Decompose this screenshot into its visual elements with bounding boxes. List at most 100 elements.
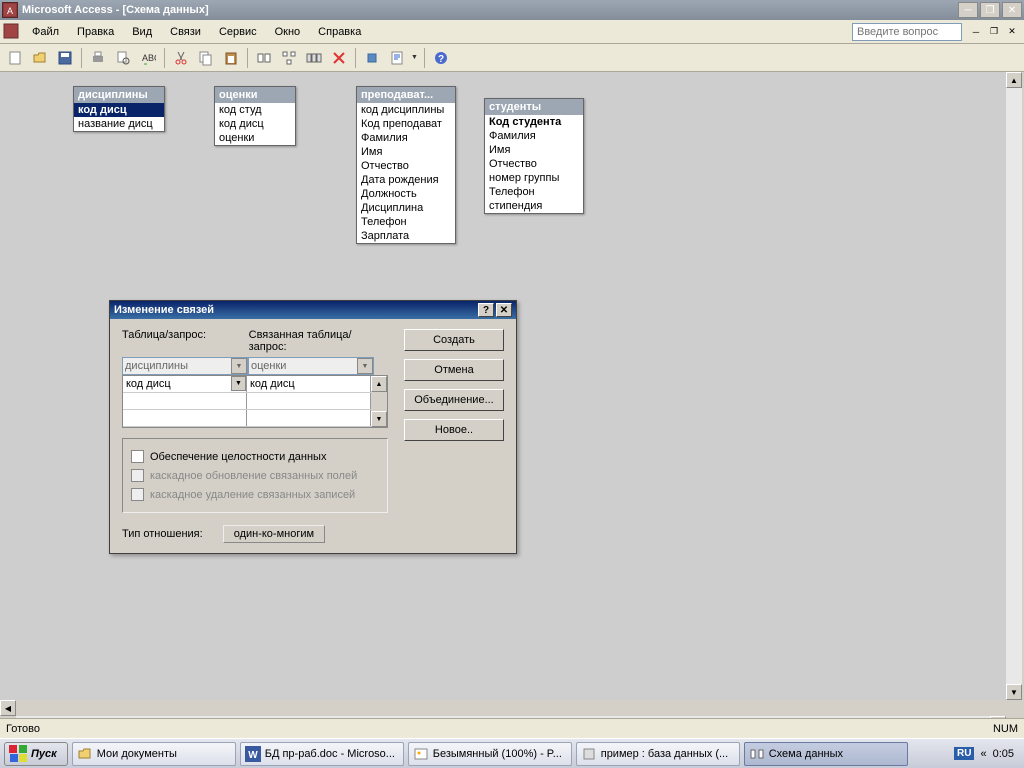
table-title[interactable]: преподават... — [357, 87, 455, 103]
menu-edit[interactable]: Правка — [69, 24, 122, 40]
dialog-close-button[interactable]: ✕ — [496, 303, 512, 317]
close-button[interactable]: ✕ — [1002, 2, 1022, 18]
field-right-cell[interactable]: код дисц — [247, 376, 371, 392]
refresh-icon[interactable] — [361, 47, 383, 69]
task-schema[interactable]: Схема данных — [744, 742, 908, 766]
table-title[interactable]: оценки — [215, 87, 295, 103]
empty-cell[interactable] — [247, 393, 371, 409]
copy-icon[interactable] — [195, 47, 217, 69]
scroll-up-icon[interactable]: ▲ — [1006, 72, 1022, 88]
menu-relations[interactable]: Связи — [162, 24, 209, 40]
scroll-down-icon[interactable]: ▼ — [1006, 684, 1022, 700]
table-field[interactable]: название дисц — [74, 117, 164, 131]
start-label: Пуск — [31, 748, 57, 760]
paste-icon[interactable] — [220, 47, 242, 69]
table-window[interactable]: преподават...код дисциплиныКод преподава… — [356, 86, 456, 244]
show-related-icon[interactable] — [278, 47, 300, 69]
table-field[interactable]: номер группы — [485, 171, 583, 185]
table-title[interactable]: дисциплины — [74, 87, 164, 103]
table-field[interactable]: код дисц — [215, 117, 295, 131]
script-icon[interactable] — [386, 47, 408, 69]
grid-scrollbar[interactable]: ▲ ▼ — [371, 376, 387, 427]
table-field[interactable]: оценки — [215, 131, 295, 145]
table-field[interactable]: Должность — [357, 187, 455, 201]
spell-icon[interactable]: ABC — [137, 47, 159, 69]
table-field[interactable]: Имя — [357, 145, 455, 159]
scroll-left-icon[interactable]: ◀ — [0, 700, 16, 716]
table-field[interactable]: Фамилия — [357, 131, 455, 145]
related-combo[interactable]: оценки▼ — [248, 357, 374, 375]
table-field[interactable]: Фамилия — [485, 129, 583, 143]
table-field[interactable]: Зарплата — [357, 229, 455, 243]
task-database[interactable]: пример : база данных (... — [576, 742, 740, 766]
show-all-icon[interactable] — [303, 47, 325, 69]
print-icon[interactable] — [87, 47, 109, 69]
maximize-button[interactable]: ❐ — [980, 2, 1000, 18]
show-table-icon[interactable] — [253, 47, 275, 69]
task-word[interactable]: W БД пр-раб.doc - Microso... — [240, 742, 404, 766]
field-left-cell[interactable]: код дисц▼ — [123, 376, 247, 392]
minimize-button[interactable]: ─ — [958, 2, 978, 18]
create-button[interactable]: Создать — [404, 329, 504, 351]
empty-cell[interactable] — [247, 410, 371, 426]
menu-view[interactable]: Вид — [124, 24, 160, 40]
table-field[interactable]: код дисциплины — [357, 103, 455, 117]
table-field[interactable]: Дисциплина — [357, 201, 455, 215]
start-button[interactable]: Пуск — [4, 742, 68, 766]
mdi-minimize-button[interactable]: ─ — [968, 25, 984, 39]
scroll-up-icon[interactable]: ▲ — [371, 376, 387, 392]
preview-icon[interactable] — [112, 47, 134, 69]
dialog-help-button[interactable]: ? — [478, 303, 494, 317]
help-search-input[interactable] — [852, 23, 962, 41]
vertical-scrollbar[interactable]: ▲ ▼ — [1006, 72, 1024, 700]
table-field[interactable]: Отчество — [485, 157, 583, 171]
checkbox-icon[interactable] — [131, 450, 144, 463]
table-field[interactable]: стипендия — [485, 199, 583, 213]
scroll-down-icon[interactable]: ▼ — [371, 411, 387, 427]
tray-chevron[interactable]: « — [980, 748, 986, 760]
table-window[interactable]: студентыКод студентаФамилияИмяОтчествоно… — [484, 98, 584, 214]
table-field[interactable]: Дата рождения — [357, 173, 455, 187]
chevron-down-icon[interactable]: ▼ — [231, 358, 247, 374]
horizontal-scrollbar[interactable]: ◀ ▶ — [0, 700, 1006, 718]
svg-text:?: ? — [438, 54, 444, 65]
language-indicator[interactable]: RU — [954, 747, 974, 760]
table-window[interactable]: дисциплиныкод дисцназвание дисц — [73, 86, 165, 132]
dropdown-icon[interactable]: ▼ — [411, 54, 419, 61]
table-field[interactable]: Телефон — [485, 185, 583, 199]
table-combo[interactable]: дисциплины▼ — [122, 357, 248, 375]
chevron-down-icon[interactable]: ▼ — [357, 358, 373, 374]
cancel-button[interactable]: Отмена — [404, 359, 504, 381]
clear-layout-icon[interactable] — [328, 47, 350, 69]
label-related: Связанная таблица/запрос: — [249, 329, 388, 353]
integrity-checkbox-row[interactable]: Обеспечение целостности данных — [131, 447, 379, 466]
task-paint[interactable]: Безымянный (100%) - P... — [408, 742, 572, 766]
cut-icon[interactable] — [170, 47, 192, 69]
menu-file[interactable]: Файл — [24, 24, 67, 40]
dialog-titlebar[interactable]: Изменение связей ? ✕ — [110, 301, 516, 319]
menu-help[interactable]: Справка — [310, 24, 369, 40]
table-field[interactable]: Код преподават — [357, 117, 455, 131]
help-icon[interactable]: ? — [430, 47, 452, 69]
table-field[interactable]: Отчество — [357, 159, 455, 173]
mdi-restore-button[interactable]: ❐ — [986, 25, 1002, 39]
new-icon[interactable] — [4, 47, 26, 69]
mdi-close-button[interactable]: ✕ — [1004, 25, 1020, 39]
table-title[interactable]: студенты — [485, 99, 583, 115]
table-field[interactable]: код дисц — [74, 103, 164, 117]
open-icon[interactable] — [29, 47, 51, 69]
table-field[interactable]: Телефон — [357, 215, 455, 229]
table-field[interactable]: Имя — [485, 143, 583, 157]
menu-tools[interactable]: Сервис — [211, 24, 265, 40]
menu-window[interactable]: Окно — [267, 24, 309, 40]
empty-cell[interactable] — [123, 410, 247, 426]
table-window[interactable]: оценкикод студкод дисцоценки — [214, 86, 296, 146]
save-icon[interactable] — [54, 47, 76, 69]
table-field[interactable]: код студ — [215, 103, 295, 117]
table-field[interactable]: Код студента — [485, 115, 583, 129]
empty-cell[interactable] — [123, 393, 247, 409]
task-documents[interactable]: Мои документы — [72, 742, 236, 766]
new-button[interactable]: Новое.. — [404, 419, 504, 441]
join-button[interactable]: Объединение... — [404, 389, 504, 411]
relationships-workspace[interactable]: дисциплиныкод дисцназвание дисцоценкикод… — [0, 72, 1006, 700]
